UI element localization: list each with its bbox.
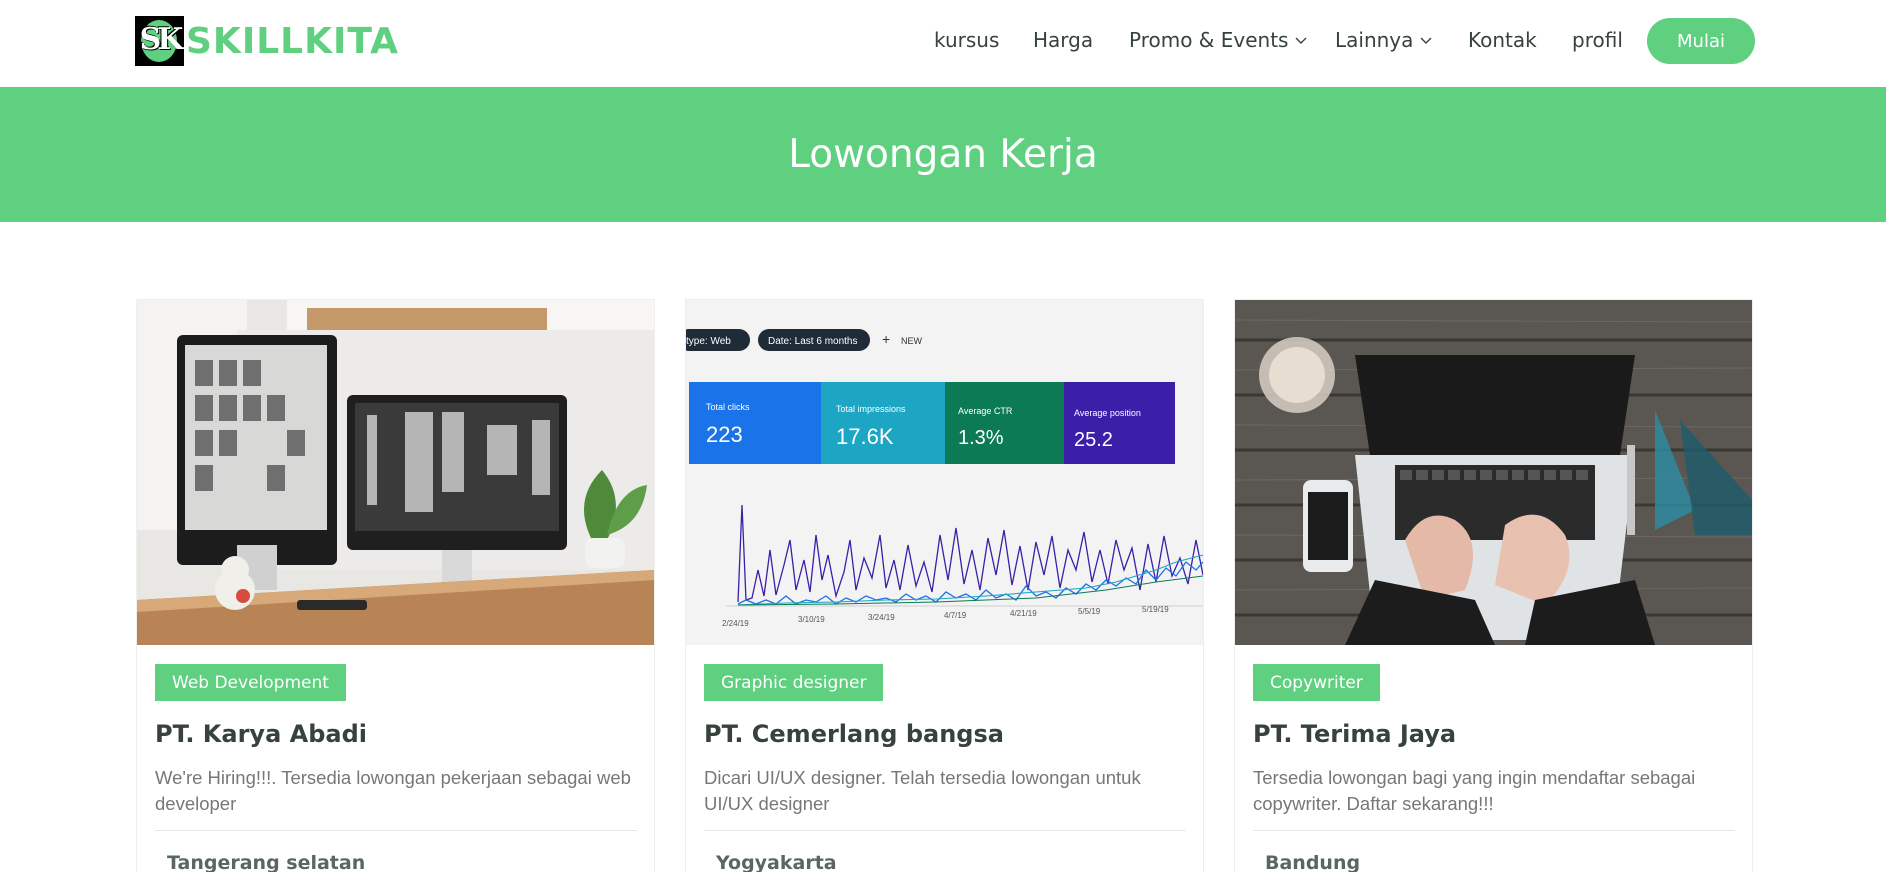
nav-item-lainnya[interactable]: Lainnya [1335,28,1433,52]
metric-label: Average position [1074,408,1141,418]
date-tick: 5/5/19 [1078,607,1101,616]
company-name[interactable]: PT. Karya Abadi [155,720,367,748]
category-badge[interactable]: Graphic designer [704,664,884,701]
metric-value: 223 [706,422,743,447]
job-card[interactable]: Copywriter PT. Terima Jaya Tersedia lowo… [1234,299,1753,872]
new-label: NEW [901,336,923,346]
job-description: Dicari UI/UX designer. Telah tersedia lo… [704,767,1141,814]
chevron-down-icon [1420,37,1432,44]
job-location: Yogyakarta [716,852,837,872]
divider [1253,830,1735,831]
page-title: Lowongan Kerja [788,132,1098,177]
date-tick: 2/24/19 [722,619,749,628]
job-image-desk-computers[interactable] [137,300,654,645]
metric-label: Average CTR [958,406,1013,416]
nav-item-kontak[interactable]: Kontak [1468,28,1537,52]
job-location: Bandung [1265,852,1361,872]
divider [704,830,1186,831]
chevron-down-icon [1295,37,1307,44]
logo-icon: SK [135,16,184,66]
job-description: Tersedia lowongan bagi yang ingin mendaf… [1253,767,1696,814]
nav-label: profil [1572,28,1623,52]
date-tick: 3/24/19 [868,613,895,622]
filter-date-chip: Date: Last 6 months [768,336,858,347]
desk-computers-image [137,300,654,645]
company-name[interactable]: PT. Cemerlang bangsa [704,720,1004,748]
nav-item-harga[interactable]: Harga [1033,28,1093,52]
metric-value: 1.3% [958,427,1004,449]
category-badge[interactable]: Web Development [155,664,346,701]
nav-item-promo-events[interactable]: Promo & Events [1129,28,1308,52]
date-tick: 4/21/19 [1010,609,1037,618]
company-name[interactable]: PT. Terima Jaya [1253,720,1456,748]
page-banner: Lowongan Kerja [0,87,1886,222]
metric-label: Total clicks [706,402,750,412]
job-card[interactable]: Web Development PT. Karya Abadi We're Hi… [136,299,655,872]
job-card[interactable]: type: Web Date: Last 6 months + NEW Tota… [685,299,1204,872]
job-image-laptop-typing[interactable] [1235,300,1752,645]
date-tick: 5/19/19 [1142,605,1169,614]
nav-label: Lainnya [1335,28,1414,52]
mulai-button[interactable]: Mulai [1647,18,1755,64]
site-header: SK SKILLKITA kursus Harga Promo & Events… [0,0,1886,87]
logo-letters: SK [139,22,184,57]
analytics-dashboard-image: type: Web Date: Last 6 months + NEW Tota… [686,300,1203,645]
nav-label: kursus [934,28,1000,52]
filter-type-chip: type: Web [686,336,731,347]
brand-name: SKILLKITA [186,20,400,62]
date-tick: 3/10/19 [798,615,825,624]
category-badge[interactable]: Copywriter [1253,664,1380,701]
nav-item-kursus[interactable]: kursus [934,28,999,52]
date-tick: 4/7/19 [944,611,967,620]
metric-label: Total impressions [836,404,906,414]
job-description: We're Hiring!!!. Tersedia lowongan peker… [155,767,631,814]
nav-label: Harga [1033,28,1094,52]
laptop-typing-image [1235,300,1752,645]
metric-value: 17.6K [836,424,894,449]
svg-text:+: + [882,331,890,347]
nav-label: Kontak [1468,28,1537,52]
nav-item-profil[interactable]: profil [1572,28,1623,52]
nav-label: Promo & Events [1129,28,1289,52]
brand-logo[interactable]: SK SKILLKITA [135,16,399,66]
job-image-analytics-dashboard[interactable]: type: Web Date: Last 6 months + NEW Tota… [686,300,1203,645]
job-location: Tangerang selatan [167,852,366,872]
divider [155,830,637,831]
metric-value: 25.2 [1074,429,1113,451]
